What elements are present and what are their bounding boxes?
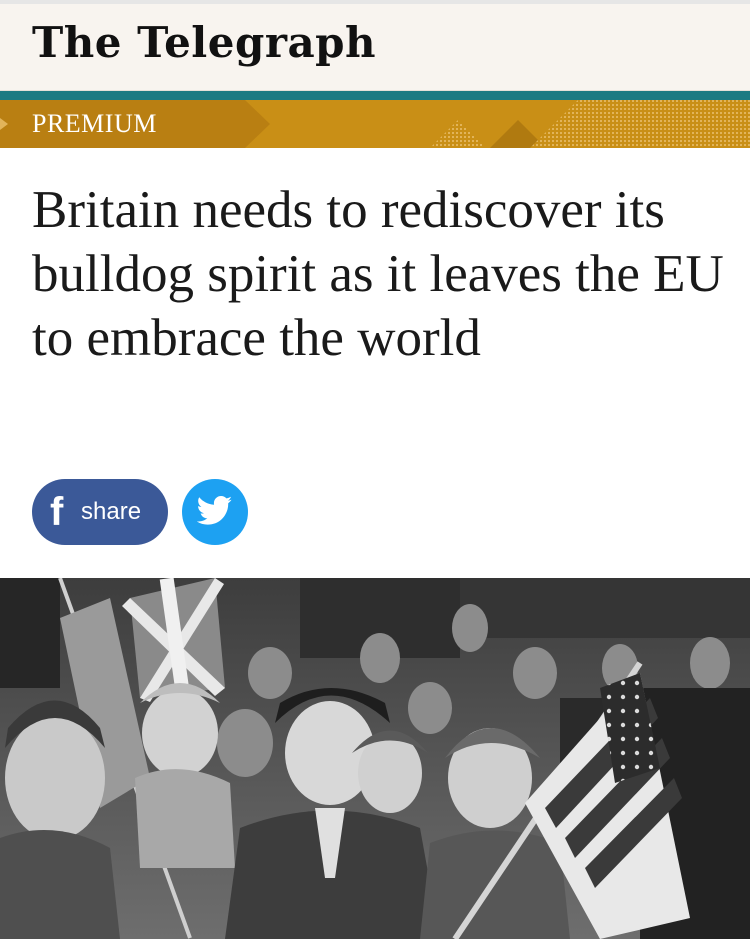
facebook-icon: f	[50, 490, 64, 534]
masthead: The Telegraph	[0, 4, 750, 91]
section-color-bar	[0, 91, 750, 100]
telegraph-logo[interactable]: The Telegraph	[32, 18, 376, 67]
twitter-bird-icon	[197, 496, 232, 525]
twitter-share-button[interactable]	[182, 479, 248, 545]
celebrating-crowd-photo	[0, 578, 750, 939]
article-headline: Britain needs to rediscover its bulldog …	[32, 181, 724, 367]
premium-label: PREMIUM	[32, 109, 157, 138]
article-hero-image	[0, 578, 750, 939]
premium-banner: PREMIUM	[0, 100, 750, 148]
facebook-share-button[interactable]: f share	[32, 479, 168, 545]
facebook-share-label: share	[81, 498, 142, 525]
